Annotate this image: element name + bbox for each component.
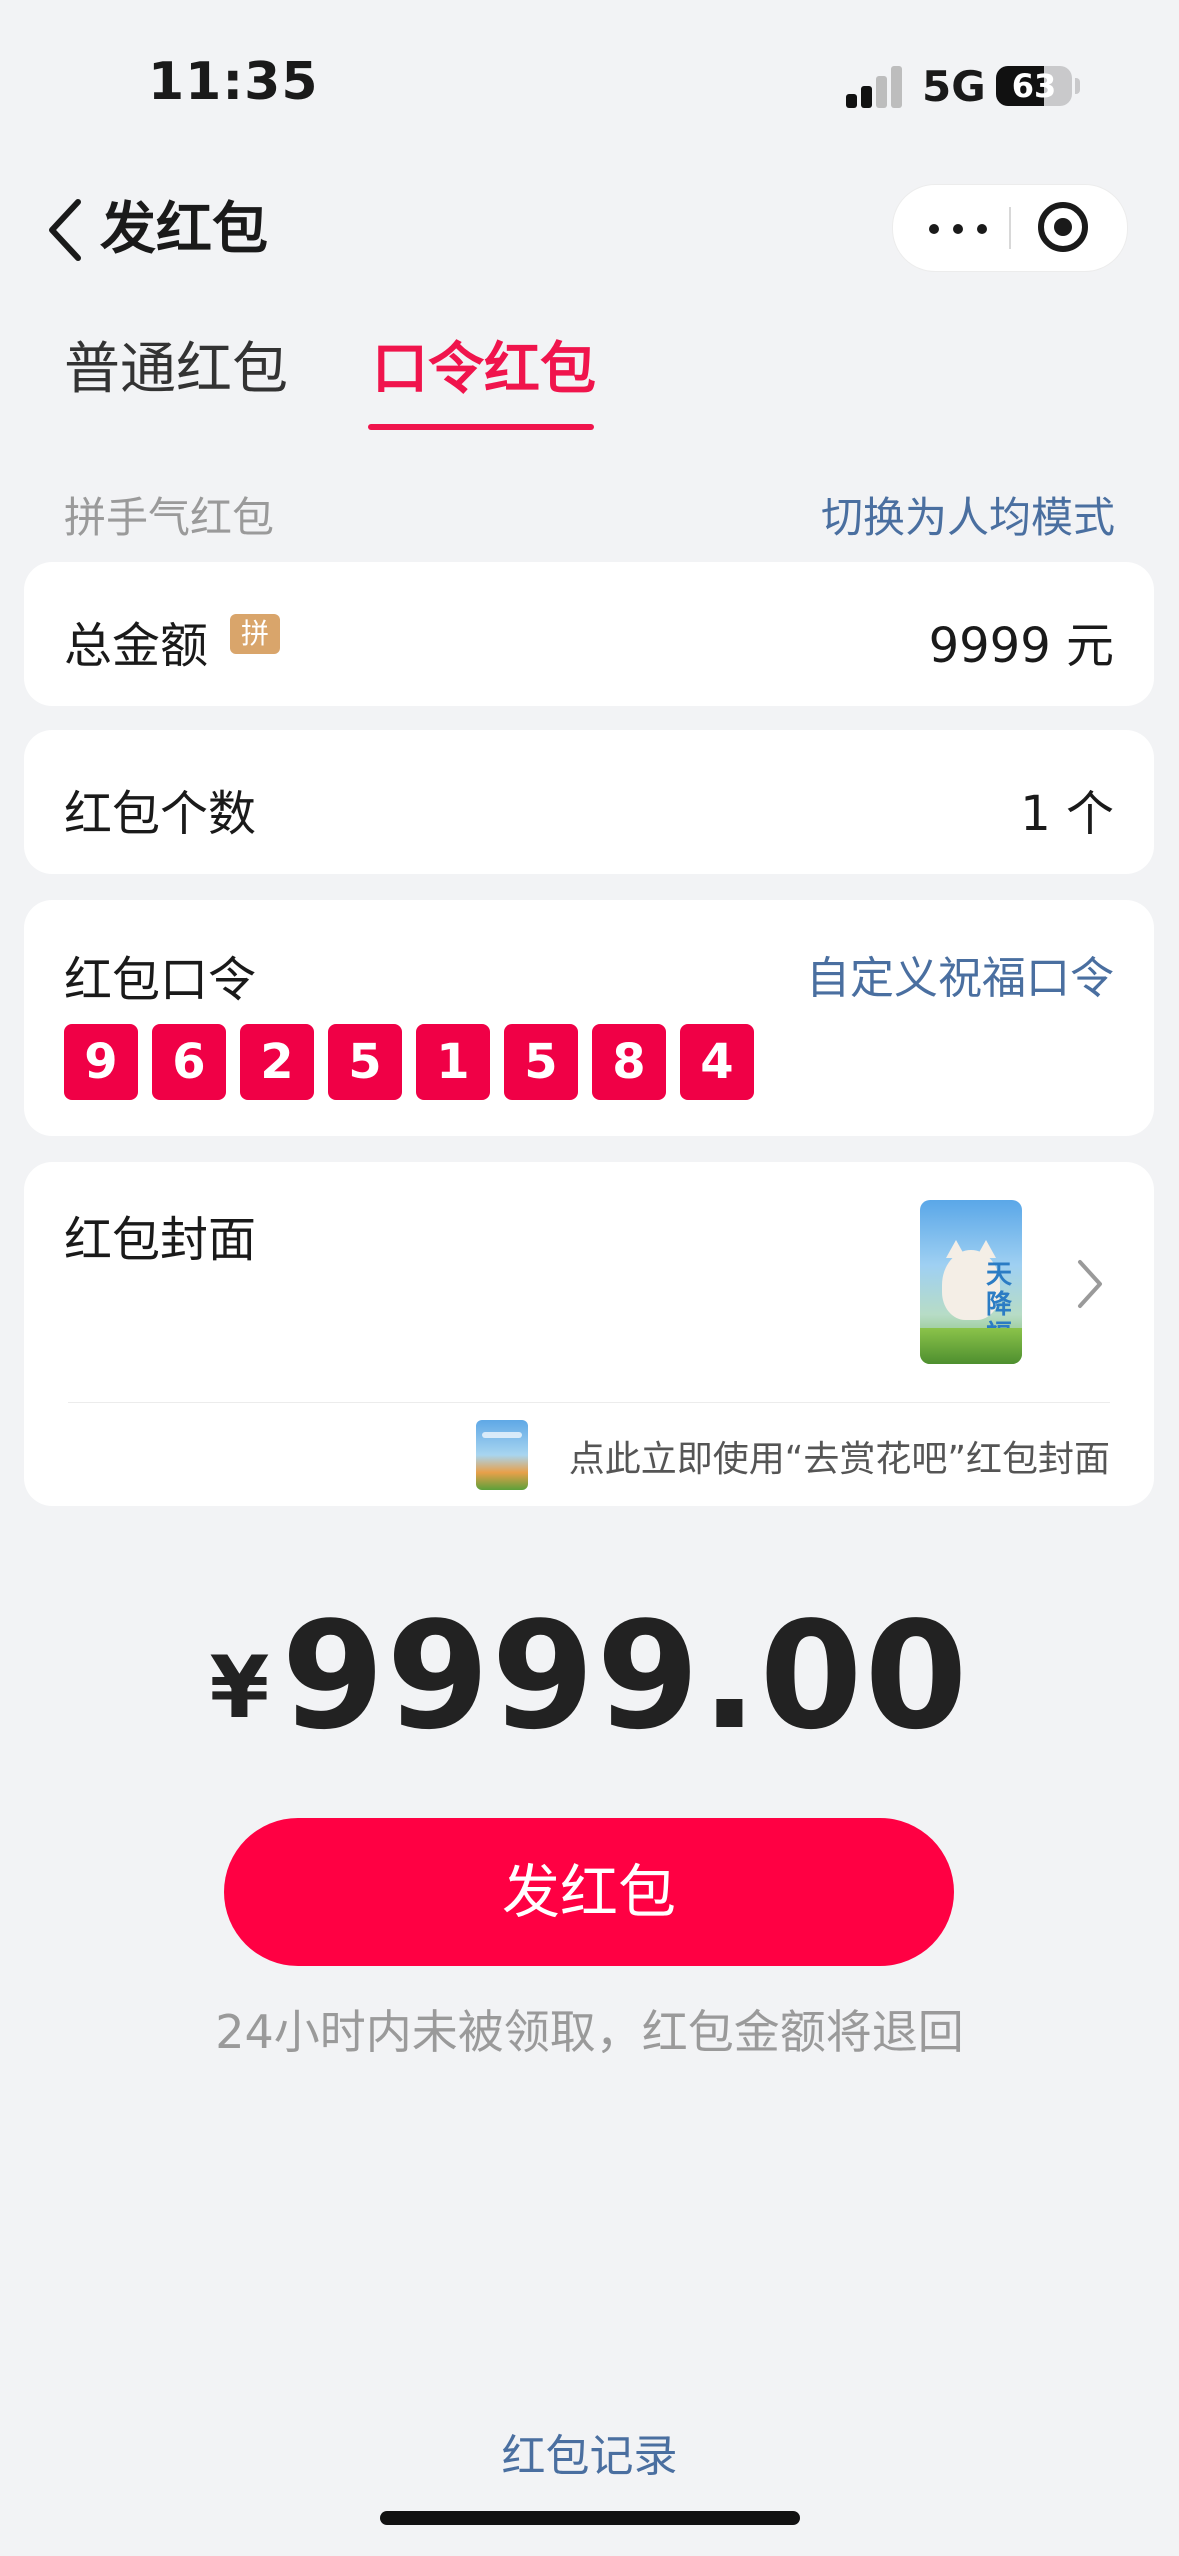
custom-blessing-link[interactable]: 自定义祝福口令 (806, 942, 1114, 1006)
cover-divider (68, 1402, 1110, 1403)
total-amount-label: 总金额 (64, 618, 209, 674)
currency-symbol: ¥ (209, 1638, 270, 1738)
battery-level: 63 (1011, 67, 1057, 105)
page-title: 发红包 (100, 197, 268, 262)
quick-cover-thumbnail[interactable] (476, 1420, 528, 1490)
password-digit: 8 (592, 1024, 666, 1100)
active-tab-indicator (368, 424, 594, 430)
red-packet-records-link[interactable]: 红包记录 (0, 2420, 1179, 2484)
refund-note: 24小时内未被领取，红包金额将退回 (215, 2005, 964, 2059)
tab-normal-red-packet[interactable]: 普通红包 (64, 335, 288, 405)
pin-badge: 拼 (230, 614, 280, 654)
total-amount-row[interactable]: 总金额 拼 9999 元 (24, 562, 1154, 706)
signal-icon (846, 66, 904, 108)
tab-password-red-packet[interactable]: 口令红包 (372, 335, 596, 405)
chevron-right-icon[interactable] (1070, 1254, 1110, 1314)
password-row: 红包口令 自定义祝福口令 9 6 2 5 1 5 8 4 (24, 900, 1154, 1136)
mode-label: 拼手气红包 (64, 493, 275, 542)
quick-use-cover-link[interactable]: 点此立即使用“去赏花吧”红包封面 (569, 1430, 1110, 1482)
home-indicator (380, 2511, 800, 2525)
total-amount-display: ¥9999.00 (0, 1590, 1179, 1762)
battery-icon: 63 (996, 66, 1072, 106)
capsule-divider (1009, 207, 1011, 249)
total-amount-number: 9999.00 (281, 1590, 970, 1762)
more-icon[interactable] (923, 207, 993, 249)
status-time: 11:35 (148, 52, 319, 112)
password-digit: 1 (416, 1024, 490, 1100)
password-digit: 2 (240, 1024, 314, 1100)
total-amount-value[interactable]: 9999 元 (929, 606, 1114, 676)
mini-program-capsule (892, 184, 1128, 272)
packet-count-label: 红包个数 (64, 786, 257, 842)
cover-thumbnail[interactable]: 天降福 (920, 1200, 1022, 1364)
password-digit: 5 (504, 1024, 578, 1100)
network-label: 5G (922, 62, 986, 111)
cover-label: 红包封面 (64, 1212, 257, 1268)
password-digit: 9 (64, 1024, 138, 1100)
back-button[interactable] (40, 190, 100, 270)
password-digit: 5 (328, 1024, 402, 1100)
packet-count-value[interactable]: 1 个 (1020, 774, 1114, 844)
password-digit: 4 (680, 1024, 754, 1100)
cover-row[interactable]: 红包封面 天降福 点此立即使用“去赏花吧”红包封面 (24, 1162, 1154, 1506)
battery-cap (1075, 78, 1080, 94)
target-icon[interactable] (1035, 199, 1091, 255)
packet-count-row[interactable]: 红包个数 1 个 (24, 730, 1154, 874)
flower-field (920, 1328, 1022, 1364)
status-bar: 11:35 5G 63 (0, 0, 1179, 170)
chevron-left-icon (49, 199, 81, 261)
switch-mode-link[interactable]: 切换为人均模式 (821, 484, 1115, 545)
password-digit: 6 (152, 1024, 226, 1100)
send-red-packet-button[interactable]: 发红包 (224, 1818, 954, 1966)
password-label: 红包口令 (64, 952, 257, 1008)
